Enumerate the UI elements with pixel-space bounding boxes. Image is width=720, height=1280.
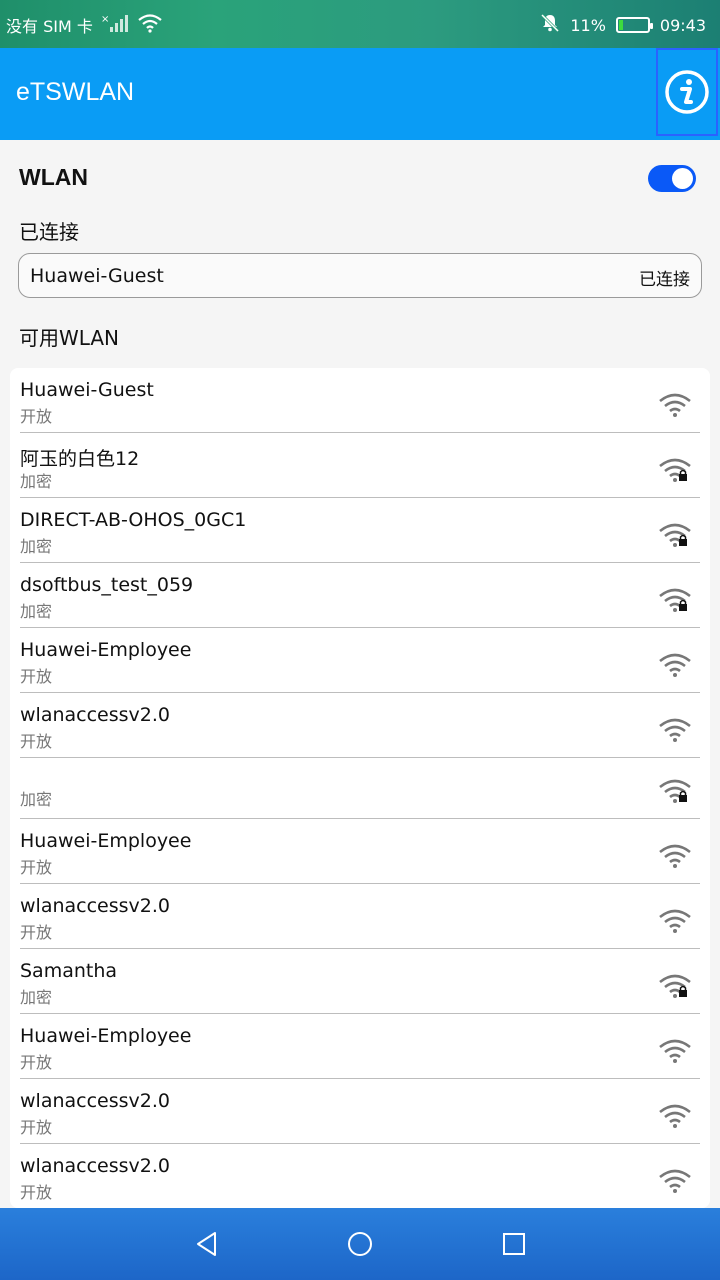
wifi-signal-icon	[659, 718, 691, 742]
network-name: dsoftbus_test_059	[20, 574, 194, 596]
network-security: 开放	[20, 923, 53, 942]
network-item[interactable]: Huawei-Employee 开放	[10, 819, 710, 884]
home-icon	[348, 1232, 372, 1256]
recents-button[interactable]	[500, 1230, 528, 1258]
network-name: Huawei-Guest	[20, 379, 154, 401]
svg-text:×: ×	[101, 14, 109, 25]
connected-network-name: Huawei-Guest	[30, 265, 164, 287]
network-security: 加密	[20, 537, 53, 556]
network-name: Huawei-Employee	[20, 639, 192, 661]
wifi-signal-icon	[659, 1169, 691, 1193]
status-bar: 没有 SIM 卡 × 11% 09:43	[0, 0, 720, 48]
network-security: 开放	[20, 732, 53, 751]
network-item[interactable]: Huawei-Employee 开放	[10, 628, 710, 693]
back-icon	[197, 1232, 216, 1256]
connected-network[interactable]: Huawei-Guest 已连接	[18, 253, 702, 298]
battery-icon	[615, 17, 653, 33]
wifi-locked-icon	[659, 523, 691, 547]
carrier-text: 没有 SIM 卡	[6, 17, 93, 36]
network-item[interactable]: wlanaccessv2.0 开放	[10, 1079, 710, 1144]
network-item[interactable]: Samantha 加密	[10, 949, 710, 1014]
wifi-signal-icon	[659, 653, 691, 677]
wifi-signal-icon	[659, 393, 691, 417]
network-item[interactable]: wlanaccessv2.0 开放	[10, 1144, 710, 1208]
app-bar: eTSWLAN	[0, 48, 720, 140]
network-item[interactable]: dsoftbus_test_059 加密	[10, 563, 710, 628]
network-name: Huawei-Employee	[20, 830, 192, 852]
available-section-label: 可用WLAN	[19, 326, 120, 350]
network-name: Samantha	[20, 960, 118, 982]
network-item[interactable]: wlanaccessv2.0 开放	[10, 693, 710, 758]
navigation-bar	[0, 1208, 720, 1280]
wifi-signal-icon	[659, 1104, 691, 1128]
wifi-locked-icon	[659, 974, 691, 998]
info-button[interactable]	[656, 48, 718, 136]
mute-bell-icon	[540, 13, 560, 37]
info-icon	[665, 70, 709, 114]
connected-section-label: 已连接	[19, 220, 79, 244]
no-signal-icon: ×	[101, 13, 129, 37]
connected-status: 已连接	[639, 270, 690, 290]
wifi-signal-icon	[659, 844, 691, 868]
wlan-label: WLAN	[19, 164, 88, 190]
wifi-status-icon	[137, 13, 163, 37]
network-name: wlanaccessv2.0	[20, 895, 170, 917]
network-security: 开放	[20, 407, 53, 426]
app-title: eTSWLAN	[16, 78, 135, 106]
network-item[interactable]: Huawei-Employee 开放	[10, 1014, 710, 1079]
recents-icon	[503, 1233, 525, 1255]
network-name: Huawei-Employee	[20, 1025, 192, 1047]
network-name: 阿玉的白色12	[20, 448, 140, 470]
network-name: DIRECT-AB-OHOS_0GC1	[20, 509, 247, 531]
wifi-locked-icon	[659, 458, 691, 482]
network-item[interactable]: 加密	[10, 758, 710, 819]
battery-percent: 11%	[570, 15, 606, 35]
network-item[interactable]: DIRECT-AB-OHOS_0GC1 加密	[10, 498, 710, 563]
network-security: 加密	[20, 472, 53, 491]
network-security: 加密	[20, 790, 53, 809]
wifi-locked-icon	[659, 779, 691, 803]
network-item[interactable]: wlanaccessv2.0 开放	[10, 884, 710, 949]
network-security: 加密	[20, 988, 53, 1007]
network-security: 开放	[20, 1118, 53, 1137]
network-name: wlanaccessv2.0	[20, 1155, 170, 1177]
home-button[interactable]	[346, 1230, 374, 1258]
network-security: 加密	[20, 602, 53, 621]
network-list: Huawei-Guest 开放 阿玉的白色12 加密 DIRECT-AB-OHO…	[10, 368, 710, 1208]
network-item[interactable]: Huawei-Guest 开放	[10, 368, 710, 433]
back-button[interactable]	[193, 1230, 221, 1258]
network-security: 开放	[20, 667, 53, 686]
network-security: 开放	[20, 1053, 53, 1072]
network-name: wlanaccessv2.0	[20, 704, 170, 726]
wifi-signal-icon	[659, 1039, 691, 1063]
wlan-toggle[interactable]	[648, 165, 696, 192]
network-item[interactable]: 阿玉的白色12 加密	[10, 433, 710, 498]
wifi-locked-icon	[659, 588, 691, 612]
network-name: wlanaccessv2.0	[20, 1090, 170, 1112]
wifi-signal-icon	[659, 909, 691, 933]
clock: 09:43	[659, 15, 706, 35]
network-security: 开放	[20, 858, 53, 877]
network-security: 开放	[20, 1183, 53, 1202]
